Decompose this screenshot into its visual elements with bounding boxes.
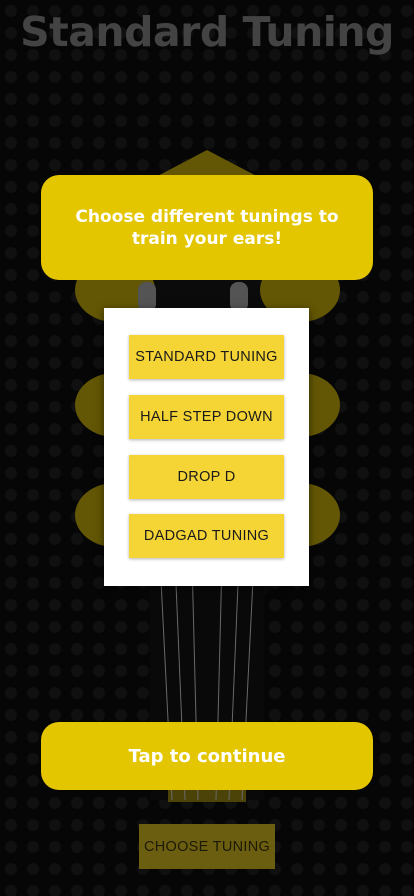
tuning-menu: STANDARD TUNING HALF STEP DOWN DROP D DA… bbox=[104, 308, 309, 586]
intro-banner: Choose different tunings to train your e… bbox=[41, 175, 373, 280]
standard-tuning-button[interactable]: STANDARD TUNING bbox=[129, 335, 284, 379]
continue-label: Tap to continue bbox=[128, 745, 286, 767]
continue-banner[interactable]: Tap to continue bbox=[41, 722, 373, 790]
drop-d-button[interactable]: DROP D bbox=[129, 455, 284, 499]
dadgad-tuning-button[interactable]: DADGAD TUNING bbox=[129, 514, 284, 558]
choose-tuning-button[interactable]: CHOOSE TUNING bbox=[139, 824, 275, 869]
intro-message: Choose different tunings to train your e… bbox=[75, 206, 339, 249]
half-step-down-button[interactable]: HALF STEP DOWN bbox=[129, 395, 284, 439]
